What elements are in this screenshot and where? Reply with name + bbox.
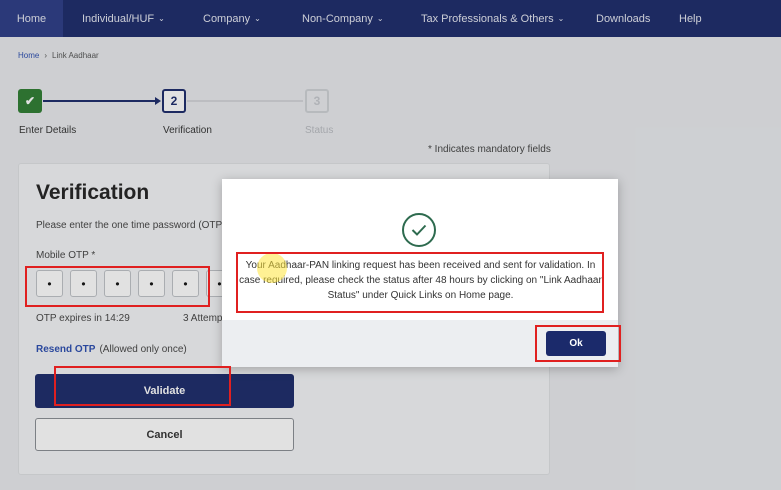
highlight-otp-fields — [25, 266, 210, 307]
check-circle-icon — [402, 213, 436, 247]
checkmark-icon — [411, 224, 427, 236]
highlight-ok-button — [535, 325, 621, 362]
highlight-validate-button — [54, 366, 231, 406]
highlight-dialog-message — [236, 252, 604, 313]
